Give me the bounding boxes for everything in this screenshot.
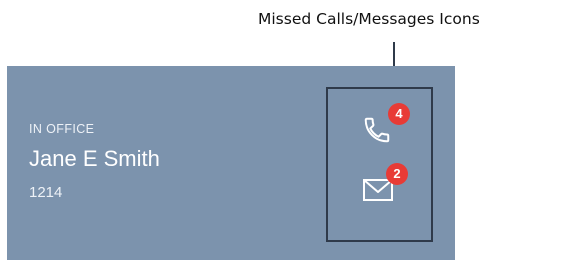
missed-notifications-highlight: 4 2 <box>326 87 433 242</box>
missed-calls-button[interactable]: 4 <box>362 103 410 151</box>
messages-button[interactable]: 2 <box>362 163 408 213</box>
messages-badge: 2 <box>386 163 408 185</box>
contact-extension: 1214 <box>29 184 63 201</box>
callout-label: Missed Calls/Messages Icons <box>258 10 480 28</box>
missed-calls-badge: 4 <box>388 103 410 125</box>
phone-icon <box>364 117 390 143</box>
contact-name: Jane E Smith <box>29 146 160 171</box>
presence-status: IN OFFICE <box>29 122 95 136</box>
annotated-screenshot: Missed Calls/Messages Icons IN OFFICE Ja… <box>0 0 565 261</box>
